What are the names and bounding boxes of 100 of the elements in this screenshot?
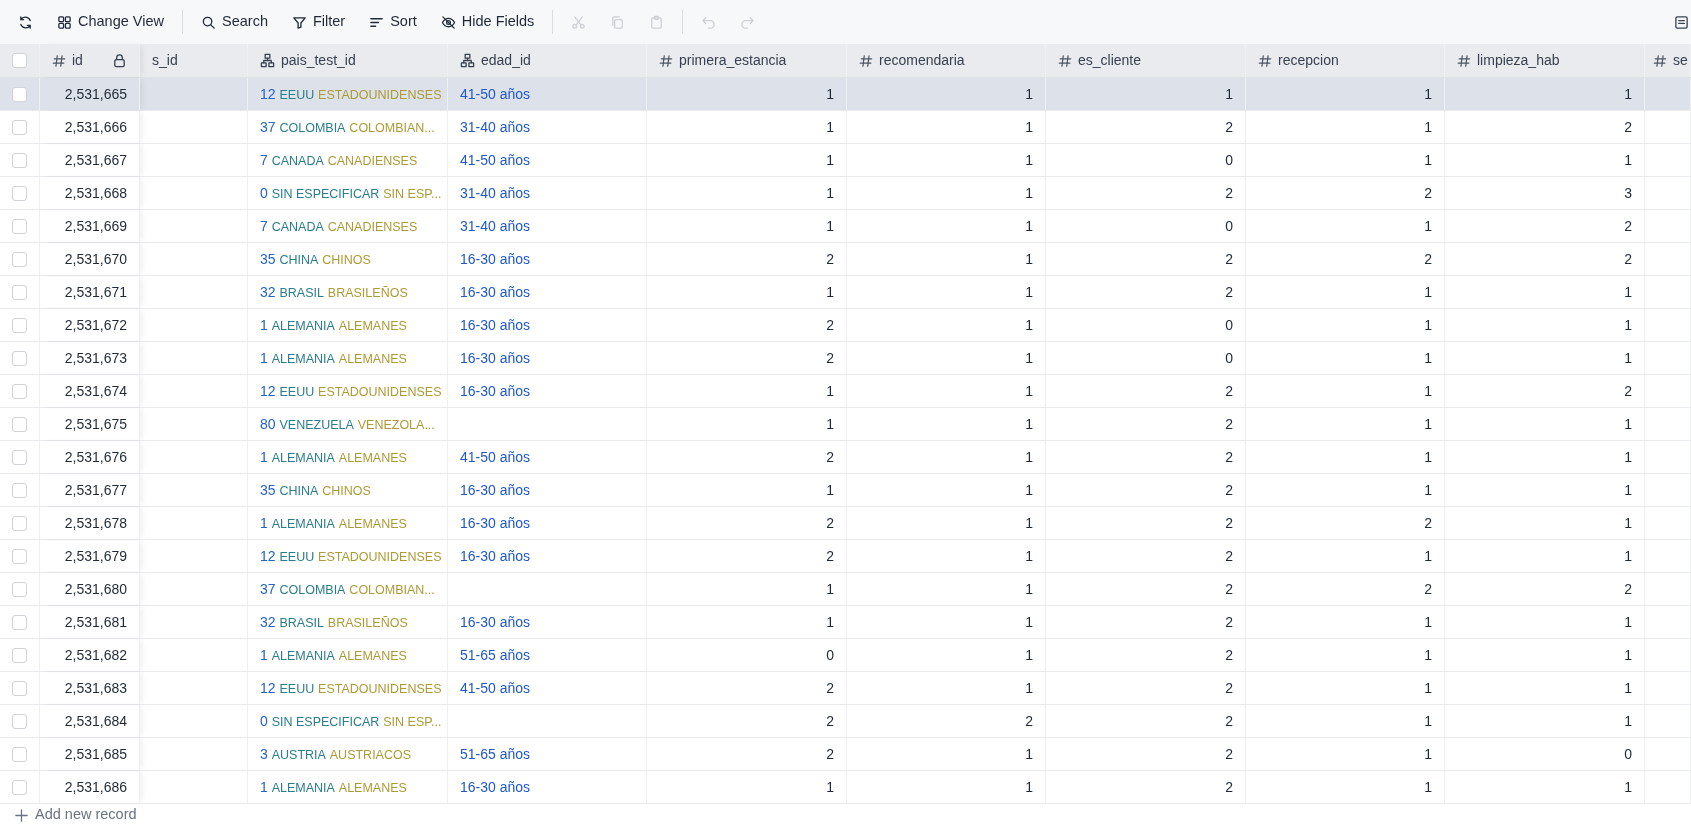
select-all-checkbox[interactable] [12, 53, 27, 68]
relation-link[interactable]: 7 CANADA CANADIENSES [260, 149, 418, 171]
relation-link[interactable]: 12 EEUU ESTADOUNIDENSES [260, 380, 442, 402]
table-row[interactable]: 2,531,666 37 COLOMBIA COLOMBIAN... 31-40 años 1 1 2 1 2 [0, 111, 1691, 144]
table-row[interactable]: 2,531,668 0 SIN ESPECIFICAR SIN ESP... 31-40 años 1 1 2 2 3 [0, 177, 1691, 210]
relation-link[interactable]: 41-50 años [460, 83, 531, 105]
row-checkbox[interactable] [12, 680, 27, 696]
relation-link[interactable]: 51-65 años [460, 644, 531, 666]
relation-link[interactable]: 41-50 años [460, 149, 531, 171]
table-row[interactable]: 2,531,671 32 BRASIL BRASILEÑOS 16-30 años 1 1 2 1 1 [0, 276, 1691, 309]
table-row[interactable]: 2,531,677 35 CHINA CHINOS 16-30 años 1 1 2 1 1 [0, 474, 1691, 507]
row-checkbox[interactable] [12, 119, 27, 135]
row-checkbox[interactable] [12, 779, 27, 795]
column-header[interactable]: se [1645, 44, 1691, 77]
row-checkbox[interactable] [12, 548, 27, 564]
relation-link[interactable]: 41-50 años [460, 446, 531, 468]
relation-link[interactable]: 0 SIN ESPECIFICAR SIN ESP... [260, 710, 442, 732]
table-row[interactable]: 2,531,665 12 EEUU ESTADOUNIDENSES 41-50 años 1 1 1 1 1 [0, 78, 1691, 111]
relation-link[interactable]: 1 ALEMANIA ALEMANES [260, 314, 407, 336]
row-checkbox[interactable] [12, 317, 27, 333]
relation-link[interactable]: 16-30 años [460, 347, 531, 369]
relation-link[interactable]: 16-30 años [460, 380, 531, 402]
table-row[interactable]: 2,531,676 1 ALEMANIA ALEMANES 41-50 años 2 1 2 1 1 [0, 441, 1691, 474]
row-checkbox[interactable] [12, 86, 27, 102]
table-row[interactable]: 2,531,679 12 EEUU ESTADOUNIDENSES 16-30 años 2 1 2 1 1 [0, 540, 1691, 573]
row-checkbox[interactable] [12, 383, 27, 399]
relation-link[interactable]: 12 EEUU ESTADOUNIDENSES [260, 677, 442, 699]
search-button[interactable]: Search [191, 7, 278, 37]
relation-link[interactable]: 35 CHINA CHINOS [260, 248, 371, 270]
relation-link[interactable]: 31-40 años [460, 215, 531, 237]
table-row[interactable]: 2,531,673 1 ALEMANIA ALEMANES 16-30 años 2 1 0 1 1 [0, 342, 1691, 375]
relation-link[interactable]: 1 ALEMANIA ALEMANES [260, 776, 407, 798]
table-row[interactable]: 2,531,684 0 SIN ESPECIFICAR SIN ESP... 2 2 2 1 1 [0, 705, 1691, 738]
column-header[interactable]: primera_estancia [647, 44, 847, 77]
relation-link[interactable]: 16-30 años [460, 248, 531, 270]
relation-link[interactable]: 1 ALEMANIA ALEMANES [260, 644, 407, 666]
change-view-button[interactable]: Change View [47, 7, 174, 37]
relation-link[interactable]: 32 BRASIL BRASILEÑOS [260, 281, 408, 303]
relation-link[interactable]: 32 BRASIL BRASILEÑOS [260, 611, 408, 633]
table-row[interactable]: 2,531,672 1 ALEMANIA ALEMANES 16-30 años 2 1 0 1 1 [0, 309, 1691, 342]
table-row[interactable]: 2,531,670 35 CHINA CHINOS 16-30 años 2 1 2 2 2 [0, 243, 1691, 276]
relation-link[interactable]: 7 CANADA CANADIENSES [260, 215, 418, 237]
column-header[interactable]: limpieza_hab [1445, 44, 1645, 77]
column-header[interactable]: id [40, 44, 140, 77]
relation-link[interactable]: 31-40 años [460, 116, 531, 138]
row-checkbox[interactable] [12, 251, 27, 267]
relation-link[interactable]: 37 COLOMBIA COLOMBIAN... [260, 578, 435, 600]
table-row[interactable]: 2,531,667 7 CANADA CANADIENSES 41-50 años 1 1 0 1 1 [0, 144, 1691, 177]
panel-icon[interactable] [1674, 14, 1689, 30]
row-checkbox[interactable] [12, 614, 27, 630]
table-row[interactable]: 2,531,669 7 CANADA CANADIENSES 31-40 años 1 1 0 1 2 [0, 210, 1691, 243]
relation-link[interactable]: 16-30 años [460, 479, 531, 501]
table-row[interactable]: 2,531,682 1 ALEMANIA ALEMANES 51-65 años 0 1 2 1 1 [0, 639, 1691, 672]
relation-link[interactable]: 1 ALEMANIA ALEMANES [260, 446, 407, 468]
relation-link[interactable]: 80 VENEZUELA VENEZOLA... [260, 413, 435, 435]
row-checkbox[interactable] [12, 185, 27, 201]
table-row[interactable]: 2,531,686 1 ALEMANIA ALEMANES 16-30 años 1 1 2 1 1 [0, 771, 1691, 804]
hide-fields-button[interactable]: Hide Fields [430, 7, 545, 37]
column-header[interactable]: edad_id [448, 44, 647, 77]
row-checkbox[interactable] [12, 746, 27, 762]
relation-link[interactable]: 16-30 años [460, 281, 531, 303]
add-record-button[interactable]: Add new record [14, 804, 137, 826]
relation-link[interactable]: 31-40 años [460, 182, 531, 204]
relation-link[interactable]: 37 COLOMBIA COLOMBIAN... [260, 116, 435, 138]
relation-link[interactable]: 16-30 años [460, 314, 531, 336]
relation-link[interactable]: 16-30 años [460, 776, 531, 798]
row-checkbox[interactable] [12, 416, 27, 432]
row-checkbox[interactable] [12, 449, 27, 465]
column-header[interactable]: recomendaria [847, 44, 1046, 77]
relation-link[interactable]: 3 AUSTRIA AUSTRIACOS [260, 743, 412, 765]
table-row[interactable]: 2,531,685 3 AUSTRIA AUSTRIACOS 51-65 años 2 1 2 1 0 [0, 738, 1691, 771]
relation-link[interactable]: 16-30 años [460, 512, 531, 534]
table-row[interactable]: 2,531,674 12 EEUU ESTADOUNIDENSES 16-30 años 1 1 2 1 2 [0, 375, 1691, 408]
relation-link[interactable]: 16-30 años [460, 545, 531, 567]
relation-link[interactable]: 35 CHINA CHINOS [260, 479, 371, 501]
row-checkbox[interactable] [12, 284, 27, 300]
relation-link[interactable]: 1 ALEMANIA ALEMANES [260, 512, 407, 534]
column-header[interactable]: recepcion [1246, 44, 1445, 77]
row-checkbox[interactable] [12, 647, 27, 663]
table-row[interactable]: 2,531,681 32 BRASIL BRASILEÑOS 16-30 años 1 1 2 1 1 [0, 606, 1691, 639]
relation-link[interactable]: 51-65 años [460, 743, 531, 765]
row-checkbox[interactable] [12, 515, 27, 531]
row-checkbox[interactable] [12, 152, 27, 168]
table-row[interactable]: 2,531,683 12 EEUU ESTADOUNIDENSES 41-50 años 2 1 2 1 1 [0, 672, 1691, 705]
row-checkbox[interactable] [12, 350, 27, 366]
column-header[interactable]: es_cliente [1046, 44, 1246, 77]
column-header[interactable]: pais_test_id [248, 44, 448, 77]
table-row[interactable]: 2,531,675 80 VENEZUELA VENEZOLA... 1 1 2 1 1 [0, 408, 1691, 441]
relation-link[interactable]: 41-50 años [460, 677, 531, 699]
relation-link[interactable]: 0 SIN ESPECIFICAR SIN ESP... [260, 182, 442, 204]
row-checkbox[interactable] [12, 482, 27, 498]
table-row[interactable]: 2,531,680 37 COLOMBIA COLOMBIAN... 1 1 2 2 2 [0, 573, 1691, 606]
relation-link[interactable]: 12 EEUU ESTADOUNIDENSES [260, 83, 442, 105]
relation-link[interactable]: 1 ALEMANIA ALEMANES [260, 347, 407, 369]
relation-link[interactable]: 12 EEUU ESTADOUNIDENSES [260, 545, 442, 567]
row-checkbox[interactable] [12, 218, 27, 234]
filter-button[interactable]: Filter [281, 7, 356, 37]
row-checkbox[interactable] [12, 713, 27, 729]
table-row[interactable]: 2,531,678 1 ALEMANIA ALEMANES 16-30 años 2 1 2 2 1 [0, 507, 1691, 540]
relation-link[interactable]: 16-30 años [460, 611, 531, 633]
